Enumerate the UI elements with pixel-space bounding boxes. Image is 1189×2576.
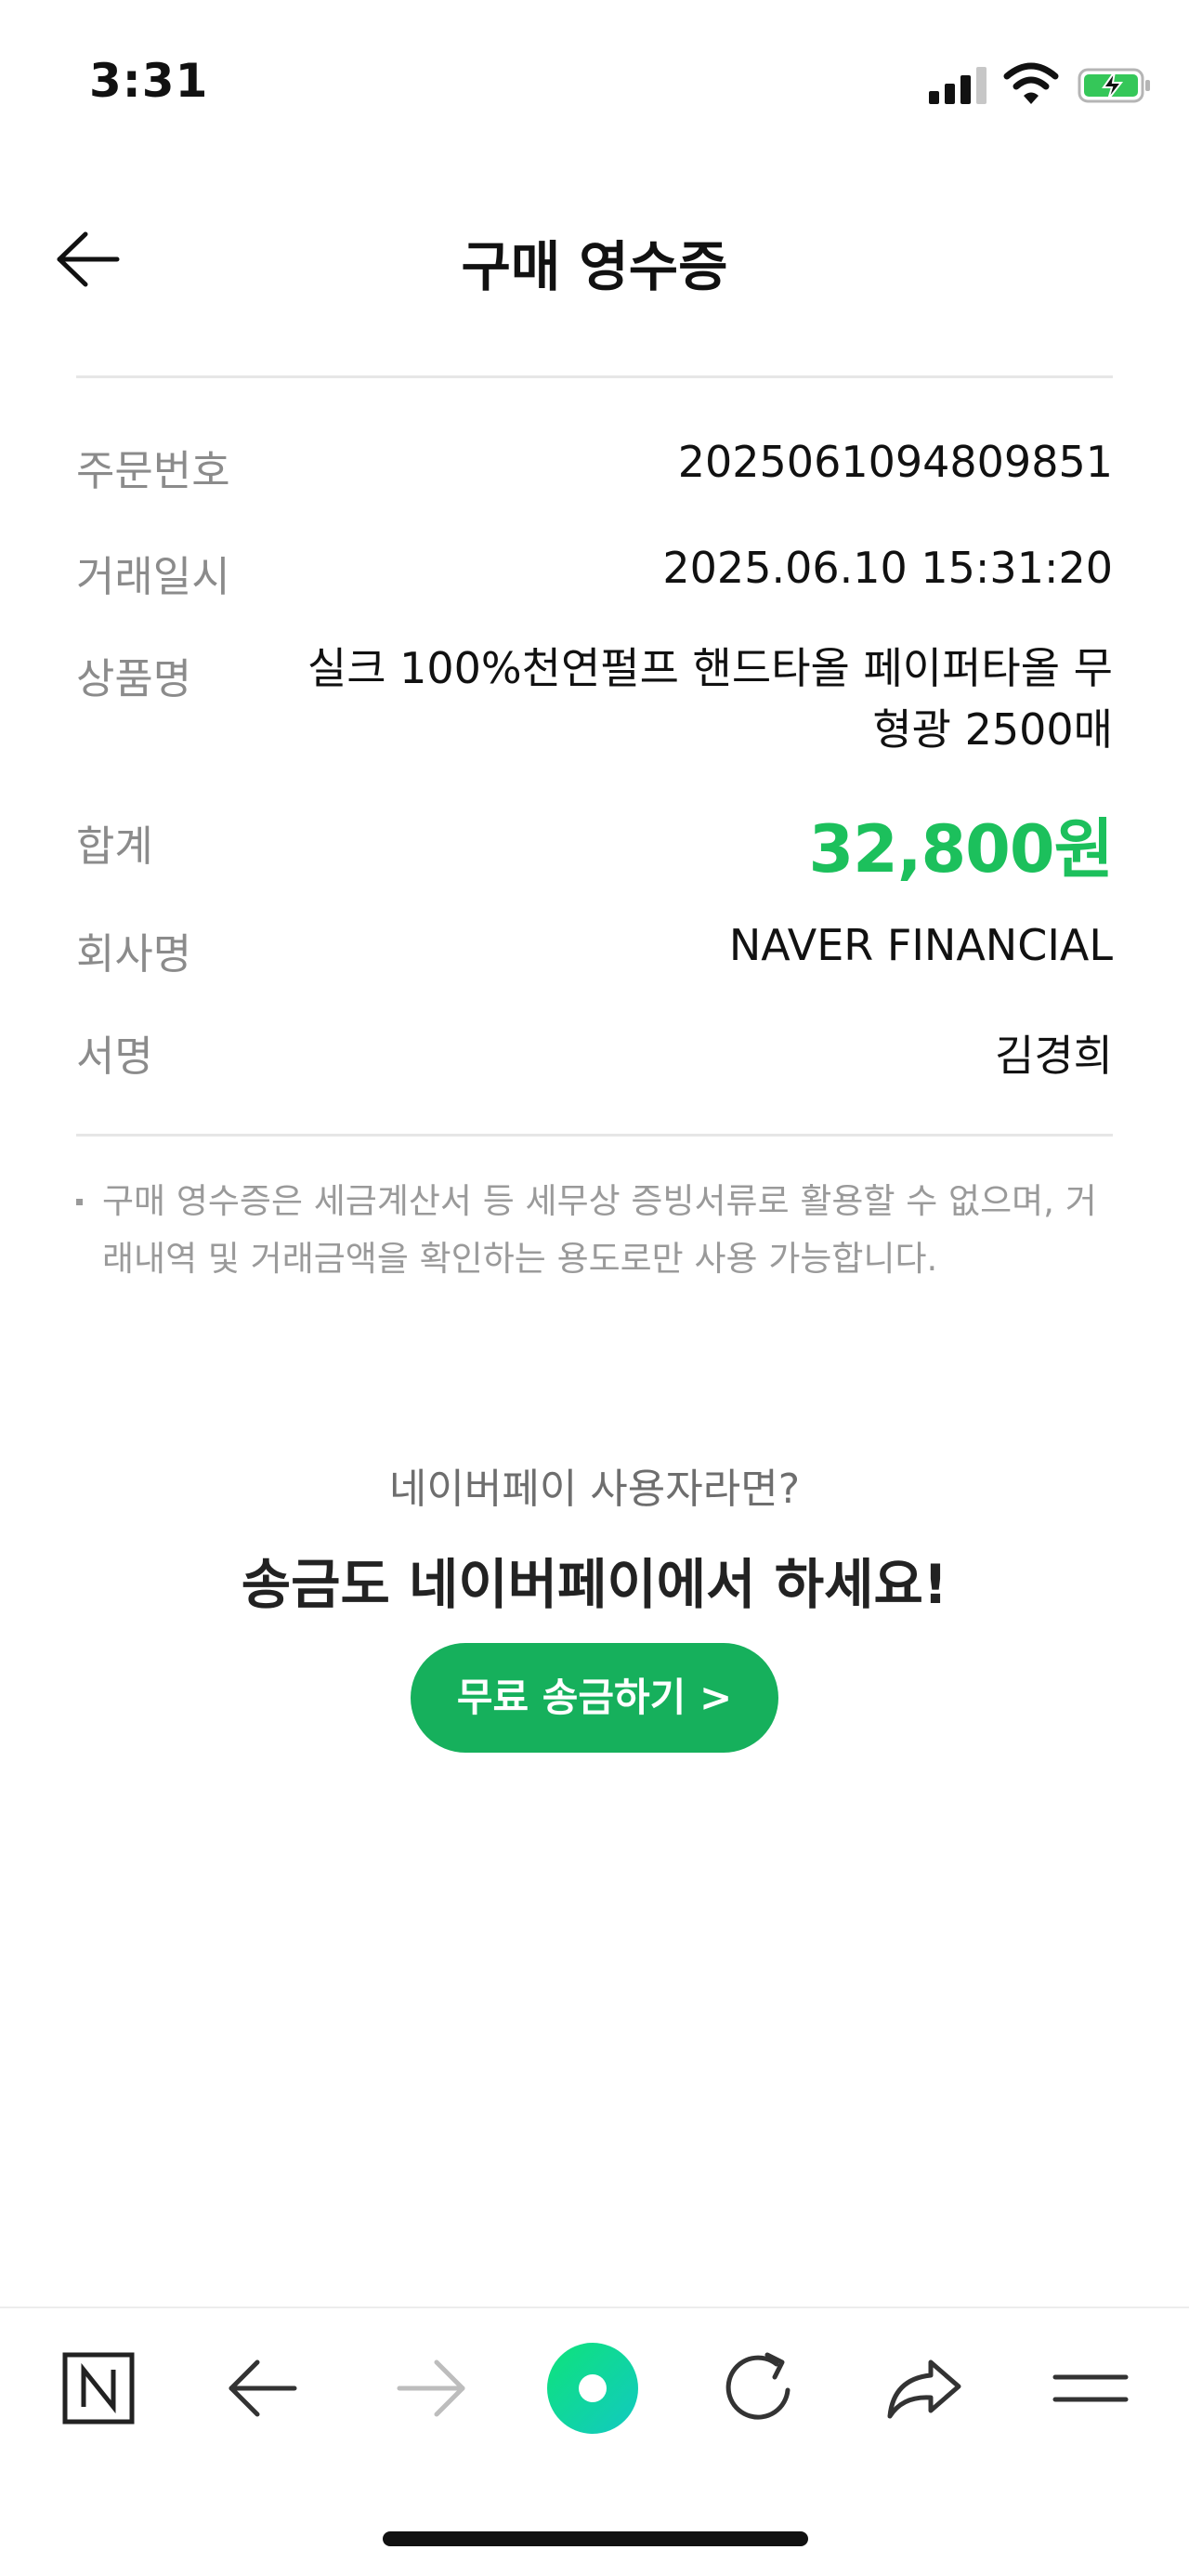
- top-divider: [76, 375, 1113, 378]
- order-number-label: 주문번호: [76, 446, 230, 495]
- back-arrow-icon[interactable]: [218, 2342, 311, 2435]
- cellular-signal-icon: [929, 65, 986, 104]
- receipt-page: 3:31 구매 영수증 주문번호 2025061094809851 거래일시 2…: [0, 0, 1189, 2576]
- refresh-icon[interactable]: [712, 2342, 804, 2435]
- signature-value: 김경희: [995, 1031, 1113, 1081]
- naver-n-icon[interactable]: [52, 2342, 145, 2435]
- bottom-divider: [76, 1134, 1113, 1137]
- status-icons: [929, 62, 1152, 112]
- green-dot-icon[interactable]: [546, 2342, 639, 2435]
- row-signature: 서명 김경희: [76, 1022, 1113, 1087]
- row-product-name: 상품명 실크 100%천연펄프 핸드타올 페이퍼타올 무형광 2500매: [76, 643, 1113, 775]
- promo-headline: 송금도 네이버페이에서 하세요!: [241, 1553, 948, 1616]
- home-indicator[interactable]: [383, 2531, 808, 2546]
- product-name-value: 실크 100%천연펄프 핸드타올 페이퍼타올 무형광 2500매: [307, 643, 1113, 755]
- receipt-notice: 구매 영수증은 세금계산서 등 세무상 증빙서류로 활용할 수 없으며, 거래내…: [76, 1173, 1113, 1288]
- company-name-value: NAVER FINANCIAL: [728, 920, 1113, 970]
- share-icon[interactable]: [877, 2342, 970, 2435]
- battery-charging-icon: [1078, 68, 1150, 103]
- company-name-label: 회사명: [76, 929, 192, 979]
- transaction-datetime-value: 2025.06.10 15:31:20: [662, 543, 1113, 593]
- page-title: 구매 영수증: [461, 235, 728, 298]
- status-time: 3:31: [89, 54, 209, 108]
- bullet-icon: [76, 1199, 83, 1205]
- menu-icon[interactable]: [1044, 2342, 1137, 2435]
- row-company-name: 회사명 NAVER FINANCIAL: [76, 920, 1113, 985]
- transaction-datetime-label: 거래일시: [76, 552, 230, 601]
- total-label: 합계: [76, 821, 153, 871]
- product-name-label: 상품명: [76, 654, 192, 703]
- notice-text: 구매 영수증은 세금계산서 등 세무상 증빙서류로 활용할 수 없으며, 거래내…: [102, 1181, 1097, 1279]
- promo-subtitle: 네이버페이 사용자라면?: [388, 1465, 801, 1513]
- row-order-number: 주문번호 2025061094809851: [76, 437, 1113, 502]
- signature-label: 서명: [76, 1032, 153, 1081]
- wifi-icon: [1003, 62, 1059, 104]
- row-transaction-datetime: 거래일시 2025.06.10 15:31:20: [76, 543, 1113, 608]
- forward-arrow-icon[interactable]: [383, 2342, 476, 2435]
- row-total: 합계 32,800원: [76, 811, 1114, 887]
- total-amount: 32,800원: [808, 811, 1114, 887]
- free-transfer-button[interactable]: 무료 송금하기 >: [411, 1643, 778, 1753]
- order-number-value: 2025061094809851: [677, 437, 1113, 487]
